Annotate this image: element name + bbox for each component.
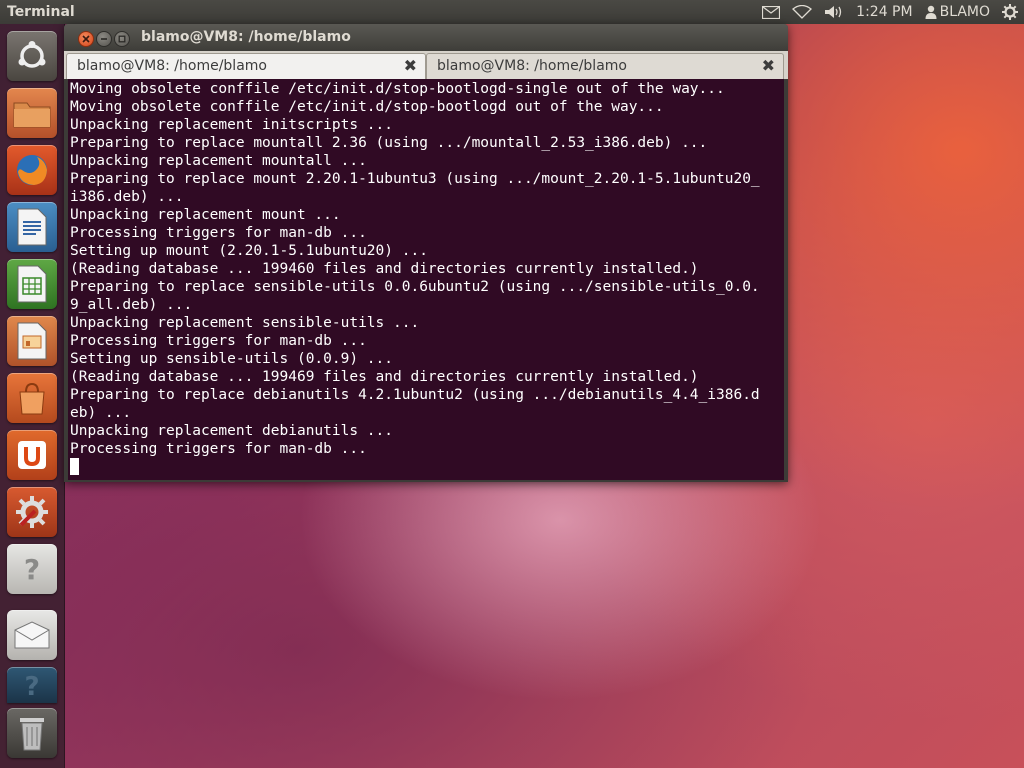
ubuntu-logo-icon xyxy=(18,41,46,68)
launcher-trash[interactable] xyxy=(7,708,57,758)
tab-bar: blamo@VM8: /home/blamo ✖ blamo@VM8: /hom… xyxy=(64,51,788,79)
terminal-line: Unpacking replacement mount ... xyxy=(70,207,341,223)
mail-icon[interactable] xyxy=(762,5,781,19)
window-title: blamo@VM8: /home/blamo xyxy=(141,29,351,45)
close-icon xyxy=(82,35,90,43)
svg-text:?: ? xyxy=(24,672,39,701)
terminal-window: blamo@VM8: /home/blamo blamo@VM8: /home/… xyxy=(64,24,788,482)
terminal-line: Unpacking replacement initscripts ... xyxy=(70,117,394,133)
launcher-libreoffice-impress[interactable] xyxy=(7,316,57,366)
terminal-line: i386.deb) ... xyxy=(70,189,184,205)
launcher-unknown-app-1[interactable]: ? xyxy=(7,544,57,594)
tab-2[interactable]: blamo@VM8: /home/blamo ✖ xyxy=(426,53,784,79)
launcher-ubuntu-one[interactable] xyxy=(7,430,57,480)
terminal-line: Setting up sensible-utils (0.0.9) ... xyxy=(70,351,394,367)
tab-label: blamo@VM8: /home/blamo xyxy=(77,58,267,74)
terminal-output-area[interactable]: Moving obsolete conffile /etc/init.d/sto… xyxy=(68,79,784,480)
terminal-line: Setting up mount (2.20.1-5.1ubuntu20) ..… xyxy=(70,243,428,259)
launcher-system-settings[interactable] xyxy=(7,487,57,537)
maximize-window-button[interactable] xyxy=(114,31,130,47)
tab-1[interactable]: blamo@VM8: /home/blamo ✖ xyxy=(66,53,426,79)
maximize-icon xyxy=(118,35,126,43)
terminal-line: Moving obsolete conffile /etc/init.d/sto… xyxy=(70,81,725,97)
settings-icon xyxy=(16,496,48,528)
launcher-unknown-app-2[interactable]: ? xyxy=(7,667,57,703)
terminal-line: Processing triggers for man-db ... xyxy=(70,333,367,349)
terminal-line: (Reading database ... 199460 files and d… xyxy=(70,261,699,277)
launcher-firefox[interactable] xyxy=(7,145,57,195)
launcher-dash-home[interactable] xyxy=(7,31,57,81)
impress-icon xyxy=(17,322,47,360)
tab-label: blamo@VM8: /home/blamo xyxy=(437,58,627,74)
calc-icon xyxy=(17,265,47,303)
terminal-line: Preparing to replace debianutils 4.2.1ub… xyxy=(70,387,760,403)
launcher-files[interactable] xyxy=(7,88,57,138)
shopping-bag-icon xyxy=(19,382,45,415)
user-icon xyxy=(925,5,937,19)
terminal-line: Processing triggers for man-db ... xyxy=(70,225,367,241)
terminal-line: 9_all.deb) ... xyxy=(70,297,193,313)
terminal-prompt-line xyxy=(70,458,784,476)
terminal-line: Preparing to replace sensible-utils 0.0.… xyxy=(70,279,760,295)
trash-icon xyxy=(20,718,44,751)
indicator-area: 1:24 PM BLAMO xyxy=(762,0,1018,24)
terminal-line: Processing triggers for man-db ... xyxy=(70,441,367,457)
wifi-icon[interactable] xyxy=(792,5,813,19)
terminal-line: Moving obsolete conffile /etc/init.d/sto… xyxy=(70,99,664,115)
terminal-line: Unpacking replacement debianutils ... xyxy=(70,423,394,439)
close-icon[interactable]: ✖ xyxy=(404,54,417,78)
text-cursor xyxy=(70,458,79,475)
terminal-line: Unpacking replacement sensible-utils ... xyxy=(70,315,420,331)
active-app-name: Terminal xyxy=(7,4,75,20)
minimize-icon xyxy=(101,38,107,40)
user-menu[interactable]: BLAMO xyxy=(925,0,990,24)
launcher-libreoffice-writer[interactable] xyxy=(7,202,57,252)
launcher-software-center[interactable] xyxy=(7,373,57,423)
question-icon: ? xyxy=(24,553,40,586)
close-window-button[interactable] xyxy=(78,31,94,47)
folder-icon xyxy=(13,102,51,128)
terminal-line: eb) ... xyxy=(70,405,132,421)
writer-icon xyxy=(17,208,47,246)
clock[interactable]: 1:24 PM xyxy=(856,0,912,24)
window-titlebar[interactable]: blamo@VM8: /home/blamo xyxy=(64,24,788,51)
close-icon[interactable]: ✖ xyxy=(762,54,775,78)
minimize-window-button[interactable] xyxy=(96,31,112,47)
gear-icon[interactable] xyxy=(1002,4,1018,20)
envelope-icon xyxy=(14,621,50,649)
ubuntu-one-icon xyxy=(18,441,46,469)
terminal-line: Preparing to replace mountall 2.36 (usin… xyxy=(70,135,708,151)
launcher-mail-app[interactable] xyxy=(7,610,57,660)
launcher: ? ? xyxy=(0,24,65,768)
question-icon: ? xyxy=(24,672,39,701)
user-name: BLAMO xyxy=(939,4,990,20)
launcher-libreoffice-calc[interactable] xyxy=(7,259,57,309)
firefox-icon xyxy=(17,155,47,185)
top-panel: Terminal 1:24 PM BLAMO xyxy=(0,0,1024,24)
terminal-line: (Reading database ... 199469 files and d… xyxy=(70,369,699,385)
terminal-line: Unpacking replacement mountall ... xyxy=(70,153,367,169)
terminal-line: Preparing to replace mount 2.20.1-1ubunt… xyxy=(70,171,760,187)
volume-icon[interactable] xyxy=(824,5,844,19)
svg-text:?: ? xyxy=(24,553,40,586)
terminal-output: Moving obsolete conffile /etc/init.d/sto… xyxy=(68,79,784,476)
